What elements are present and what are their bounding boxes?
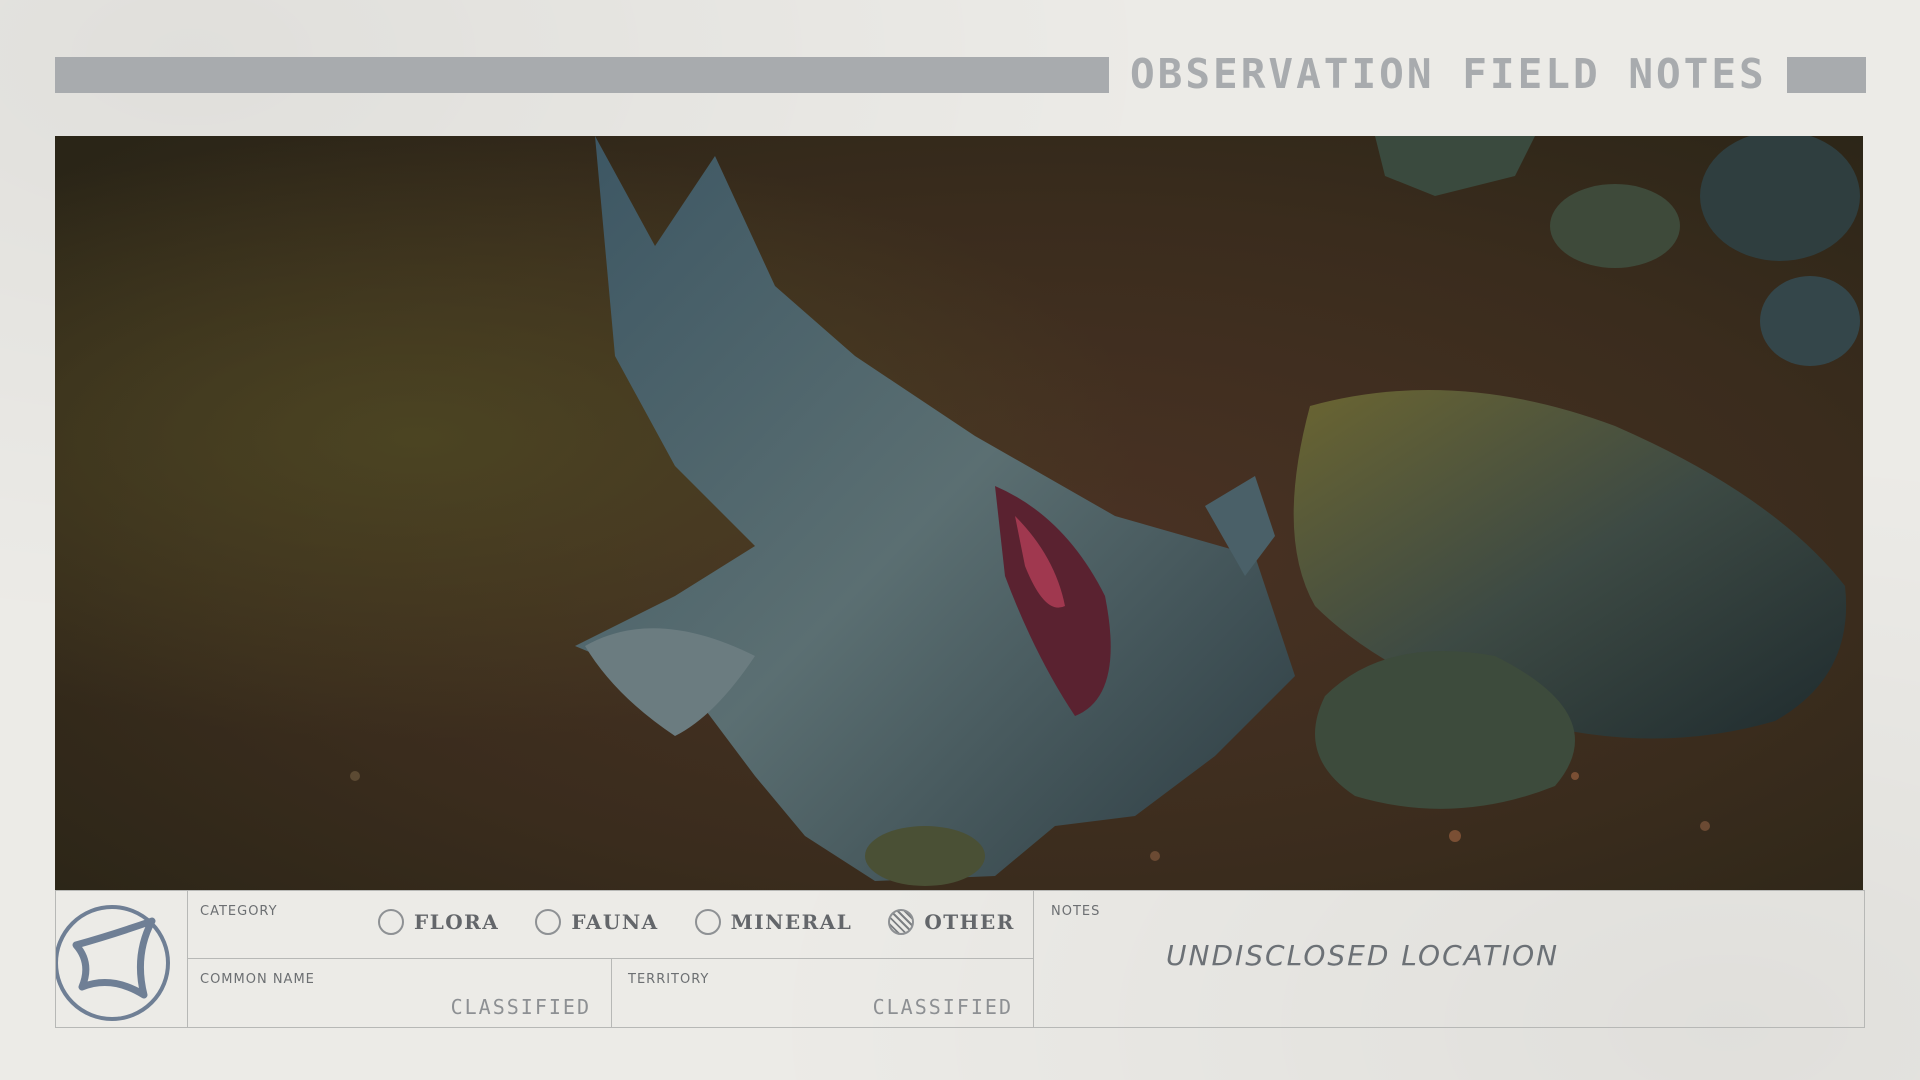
category-cell: CATEGORY FLORA FAUNA MINERAL OTHER [188,891,1034,959]
mineral-label: MINERAL [730,910,853,934]
header-bar-right [1787,57,1866,93]
territory-label: TERRITORY [628,972,710,987]
four-point-star-emblem-icon [54,905,170,1021]
notes-cell: NOTES UNDISCLOSED LOCATION [1034,891,1864,1027]
common-name-value: CLASSIFIED [450,995,591,1019]
observation-form: CATEGORY FLORA FAUNA MINERAL OTHER COMMO… [54,890,1865,1028]
observation-photo [55,136,1863,890]
fauna-radio[interactable] [535,909,562,935]
other-radio[interactable] [888,909,915,935]
notes-value: UNDISCLOSED LOCATION [1166,939,1560,972]
notes-label: NOTES [1051,904,1101,919]
common-name-label: COMMON NAME [200,972,315,987]
territory-value: CLASSIFIED [872,995,1013,1019]
category-option-fauna[interactable]: FAUNA [535,909,658,935]
mineral-radio[interactable] [694,909,721,935]
emblem-cell [54,891,188,1027]
fauna-label: FAUNA [571,910,659,934]
flora-label: FLORA [414,910,500,934]
category-option-mineral[interactable]: MINERAL [694,909,853,935]
category-label: CATEGORY [200,904,278,919]
category-option-other[interactable]: OTHER [888,909,1015,935]
common-name-cell: COMMON NAME CLASSIFIED [188,959,612,1027]
flora-radio[interactable] [378,909,404,935]
category-option-flora[interactable]: FLORA [378,909,499,935]
category-options: FLORA FAUNA MINERAL OTHER [378,909,1015,935]
header-bar-left [55,57,1109,93]
field-notes-card: OBSERVATION FIELD NOTES CATEGORY FLORA F… [0,0,1920,1080]
territory-cell: TERRITORY CLASSIFIED [612,959,1034,1027]
other-label: OTHER [924,910,1015,934]
page-title: OBSERVATION FIELD NOTES [1130,50,1767,98]
